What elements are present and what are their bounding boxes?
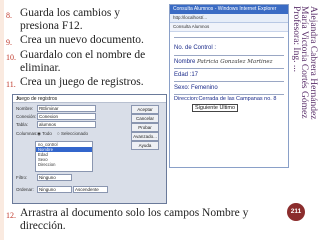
step-text: Crea un nuevo documento. bbox=[20, 34, 144, 46]
advanced-button[interactable]: Avanzado... bbox=[131, 132, 159, 141]
sex-row: Sexo: Femenino bbox=[174, 85, 218, 91]
author-line: Alejandra Cabrera Hernández bbox=[308, 6, 318, 120]
order-direction-select[interactable]: Ascendente bbox=[73, 186, 108, 193]
address-row: Direccion:Cerrada de las Campanas no. 8 bbox=[174, 96, 277, 102]
help-button[interactable]: Ayuda bbox=[131, 141, 159, 150]
filter-select[interactable]: Ninguno bbox=[37, 174, 72, 181]
page-number-badge: 211 bbox=[287, 203, 305, 221]
address-bar[interactable]: http://localhost/... bbox=[170, 14, 288, 23]
step-text: Arrastra al documento solo los campos No… bbox=[20, 207, 249, 232]
dialog-titlebar: Juego de registros ✕ bbox=[13, 95, 166, 103]
recordset-dialog: Juego de registros ✕ Nombre: REliminar C… bbox=[12, 94, 167, 204]
recordset-name-field[interactable]: REliminar bbox=[37, 105, 96, 112]
author-credits: Profesora: Ing. ... María Victoria Corté… bbox=[290, 6, 318, 176]
step-number: 10. bbox=[6, 53, 16, 62]
step-10: 10. Guardalo con el nombre de eliminar. bbox=[6, 49, 160, 75]
step-number: 9. bbox=[6, 38, 12, 47]
close-icon[interactable]: ✕ bbox=[16, 96, 164, 102]
browser-window: Consulta Alumnos - Windows Internet Expl… bbox=[169, 4, 289, 168]
browser-titlebar: Consulta Alumnos - Windows Internet Expl… bbox=[170, 5, 288, 14]
table-select[interactable]: alumnos bbox=[37, 121, 96, 128]
step-text: Guardalo con el nombre de eliminar. bbox=[20, 49, 146, 74]
browser-tab[interactable]: Consulta Alumnos bbox=[170, 23, 288, 32]
connection-label: Conexión: bbox=[16, 114, 37, 119]
step-text: Crea un juego de registros. bbox=[20, 76, 144, 88]
list-item[interactable]: Direccion bbox=[36, 162, 92, 167]
columns-label: Columnas: bbox=[16, 131, 38, 136]
order-select[interactable]: Ninguno bbox=[37, 186, 72, 193]
cancel-button[interactable]: Cancelar bbox=[131, 114, 159, 123]
divider bbox=[174, 94, 284, 95]
step-number: 12. bbox=[6, 211, 16, 220]
step-number: 11. bbox=[6, 80, 16, 89]
age-row: Edad :17 bbox=[174, 72, 199, 78]
divider bbox=[174, 81, 284, 82]
name-row: Nombre Patricia Gonzalez Martinez bbox=[174, 59, 273, 65]
step-number: 8. bbox=[6, 11, 12, 20]
step-11: 11. Crea un juego de registros. bbox=[6, 76, 144, 91]
step-9: 9. Crea un nuevo documento. bbox=[6, 34, 144, 49]
radio-selected[interactable]: ○ Seleccionado bbox=[57, 131, 88, 136]
accept-button[interactable]: Aceptar bbox=[131, 105, 159, 114]
radio-all[interactable]: ◉ Todo bbox=[37, 131, 52, 137]
test-button[interactable]: Probar bbox=[131, 123, 159, 132]
order-label: Ordenar: bbox=[16, 187, 34, 192]
divider bbox=[174, 55, 284, 56]
control-number-row: No. de Control : bbox=[174, 45, 217, 51]
left-accent bbox=[0, 0, 4, 240]
divider bbox=[174, 68, 284, 69]
columns-list[interactable]: no_control Nombre Edad Sexo Direccion bbox=[35, 141, 93, 172]
navigation-links[interactable]: Siguiente Ultimo bbox=[192, 104, 239, 112]
table-label: Tabla: bbox=[16, 122, 29, 127]
divider bbox=[174, 37, 284, 38]
connection-select[interactable]: Conexion bbox=[37, 113, 96, 120]
filter-label: Filtro: bbox=[16, 175, 28, 180]
step-8: 8. Guarda los cambios y presiona F12. bbox=[6, 7, 148, 33]
name-label: Nombre: bbox=[16, 106, 34, 111]
name-value: Patricia Gonzalez Martinez bbox=[197, 59, 273, 65]
step-12: 12. Arrastra al documento solo los campos… bbox=[6, 207, 280, 233]
step-text: Guarda los cambios y presiona F12. bbox=[20, 7, 120, 32]
